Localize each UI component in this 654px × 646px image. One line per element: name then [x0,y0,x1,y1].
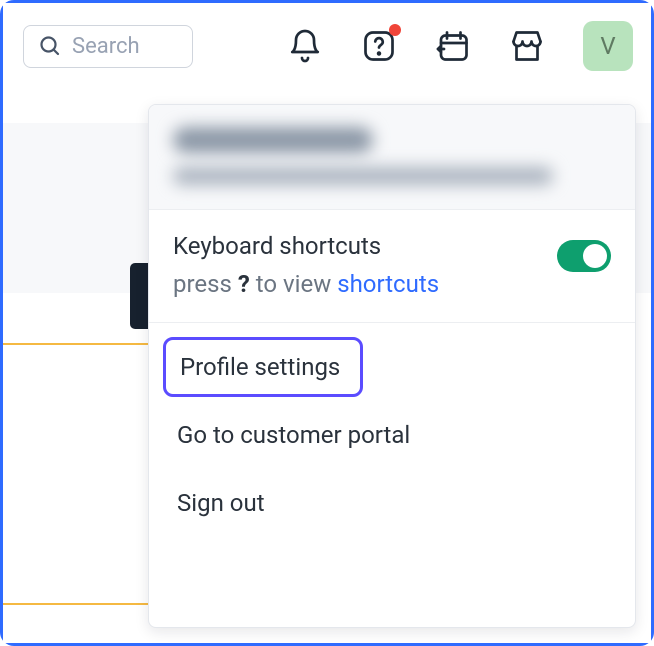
bg-dark-chip [130,263,150,329]
toolbar-icons: V [287,21,633,71]
keyboard-shortcuts-toggle[interactable] [557,240,611,272]
customer-portal-item[interactable]: Go to customer portal [163,405,621,465]
bg-yellow-line [3,603,150,605]
shortcuts-link[interactable]: shortcuts [337,270,439,298]
hint-text: press [173,270,238,298]
keyboard-shortcuts-hint: press ? to view shortcuts [173,270,611,298]
user-menu-dropdown: Keyboard shortcuts press ? to view short… [148,104,636,628]
user-menu-header [149,105,635,210]
calendar-icon [435,28,471,64]
search-input[interactable]: Search [23,25,193,68]
keyboard-shortcuts-title: Keyboard shortcuts [173,232,611,260]
bg-yellow-line [3,343,150,345]
user-name-redacted [173,127,373,153]
hint-key: ? [238,270,250,298]
keyboard-shortcuts-section: Keyboard shortcuts press ? to view short… [149,210,635,323]
hint-text: to view [250,270,337,298]
storefront-icon [509,28,545,64]
sign-out-item[interactable]: Sign out [163,473,621,533]
search-placeholder: Search [72,34,140,59]
profile-settings-item[interactable]: Profile settings [163,337,363,397]
user-email-redacted [173,167,553,185]
marketplace-button[interactable] [509,28,545,64]
notification-dot-icon [389,24,401,36]
user-menu-items: Profile settings Go to customer portal S… [149,323,635,547]
bell-icon [287,28,323,64]
help-button[interactable] [361,28,397,64]
notifications-button[interactable] [287,28,323,64]
search-icon [38,34,62,58]
topbar: Search V [3,3,651,89]
avatar[interactable]: V [583,21,633,71]
avatar-initial: V [600,32,615,60]
calendar-button[interactable] [435,28,471,64]
